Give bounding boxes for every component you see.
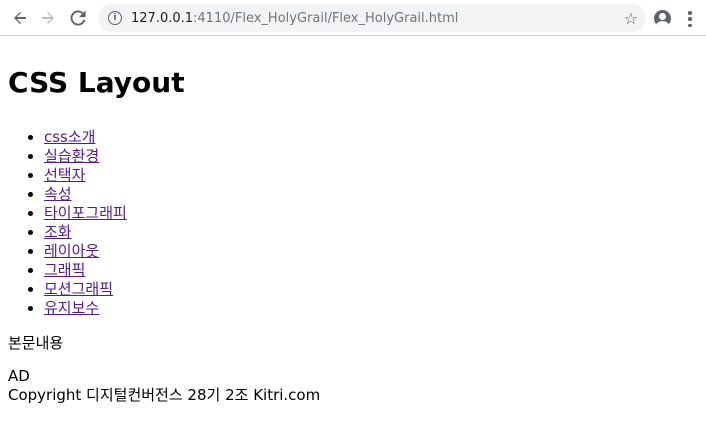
forward-icon[interactable] xyxy=(36,6,60,30)
nav-link-harmony[interactable]: 조화 xyxy=(44,223,72,241)
nav-item: 선택자 xyxy=(44,166,698,185)
nav-link-motion-graphics[interactable]: 모션그래픽 xyxy=(44,280,113,298)
nav-link-properties[interactable]: 속성 xyxy=(44,185,72,203)
footer: Copyright 디지털컨버전스 28기 2조 Kitri.com xyxy=(8,386,321,404)
nav-link-practice-env[interactable]: 실습환경 xyxy=(44,147,99,165)
browser-toolbar: i 127.0.0.1:4110/Flex_HolyGrail/Flex_Hol… xyxy=(0,0,706,36)
nav-item: 속성 xyxy=(44,185,698,204)
main-content: 본문내용 xyxy=(8,334,64,352)
nav-item: 모션그래픽 xyxy=(44,280,698,299)
reload-icon[interactable] xyxy=(66,6,90,30)
nav-link-typography[interactable]: 타이포그래피 xyxy=(44,204,127,222)
nav-link-graphics[interactable]: 그래픽 xyxy=(44,261,85,279)
nav-link-maintenance[interactable]: 유지보수 xyxy=(44,299,99,317)
url-host: 127.0.0.1 xyxy=(131,10,194,26)
url-text[interactable]: 127.0.0.1:4110/Flex_HolyGrail/Flex_HolyG… xyxy=(131,11,458,26)
ad-section: AD xyxy=(8,367,30,385)
back-icon[interactable] xyxy=(8,6,32,30)
url-path: :4110/Flex_HolyGrail/Flex_HolyGrail.html xyxy=(193,10,459,26)
nav-link-layout[interactable]: 레이아웃 xyxy=(44,242,99,260)
star-icon[interactable]: ☆ xyxy=(624,9,638,28)
nav-item: 타이포그래피 xyxy=(44,204,698,223)
nav-item: 유지보수 xyxy=(44,299,698,318)
nav-item: 조화 xyxy=(44,223,698,242)
nav-item: 그래픽 xyxy=(44,261,698,280)
nav-link-css-intro[interactable]: css소개 xyxy=(44,128,95,146)
profile-icon[interactable] xyxy=(654,10,671,27)
nav-item: 레이아웃 xyxy=(44,242,698,261)
nav-item: 실습환경 xyxy=(44,147,698,166)
address-bar[interactable]: i 127.0.0.1:4110/Flex_HolyGrail/Flex_Hol… xyxy=(98,4,646,32)
nav-item: css소개 xyxy=(44,128,698,147)
nav-link-selectors[interactable]: 선택자 xyxy=(44,166,85,184)
page-body: CSS Layout css소개 실습환경 선택자 속성 타이포그래피 조화 레… xyxy=(0,67,706,405)
info-icon[interactable]: i xyxy=(108,11,122,25)
nav-list: css소개 실습환경 선택자 속성 타이포그래피 조화 레이아웃 그래픽 모션그… xyxy=(8,128,698,318)
menu-icon[interactable] xyxy=(688,11,692,27)
page-title: CSS Layout xyxy=(8,66,185,99)
